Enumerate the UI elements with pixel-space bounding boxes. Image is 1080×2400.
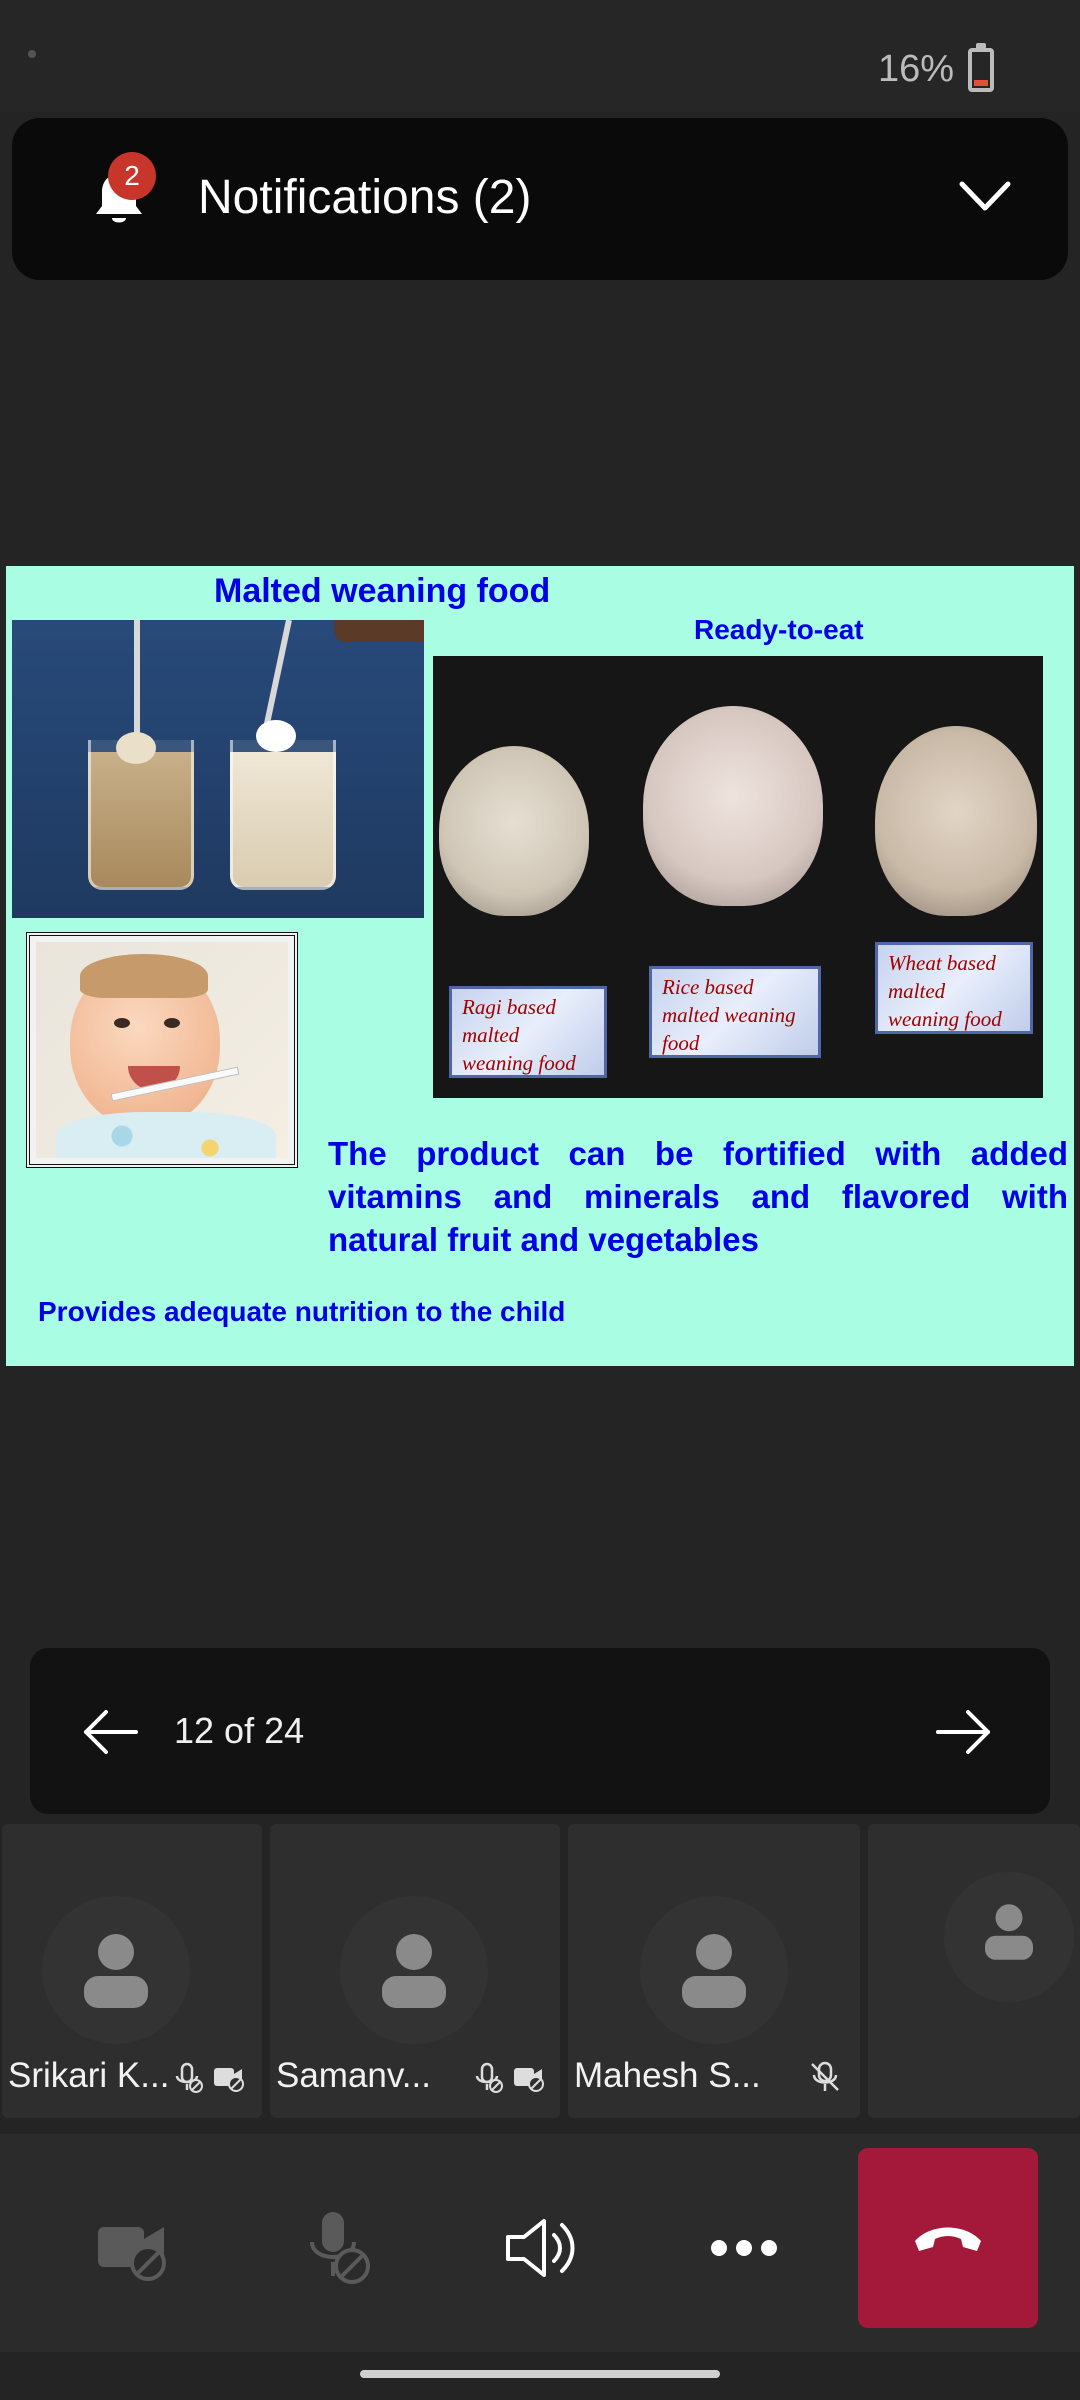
notification-count-badge: 2 (108, 152, 156, 200)
wheat-label: Wheat based malted weaning food (875, 942, 1033, 1034)
notifications-title: Notifications (2) (198, 171, 532, 224)
battery-percent: 16% (877, 48, 954, 90)
status-bar: 16% (0, 0, 1080, 112)
person-icon (682, 1934, 746, 2008)
camera-off-icon (214, 2068, 244, 2092)
person-icon (382, 1934, 446, 2008)
more-options-button[interactable] (696, 2200, 792, 2296)
ragi-label: Ragi based malted weaning food (449, 986, 607, 1078)
notifications-bar[interactable]: Notifications (2) (12, 118, 1068, 280)
baby-photo (26, 932, 298, 1168)
participant-name: Samanv... (276, 2056, 431, 2095)
beakers-photo (12, 620, 424, 918)
participant-name: Mahesh S... (574, 2056, 761, 2095)
slide-pager: 12 of 24 (30, 1648, 1050, 1814)
avatar (340, 1896, 488, 2044)
hang-up-icon (915, 2227, 981, 2251)
arrow-left-icon[interactable] (78, 1700, 142, 1764)
slide-body-text: The product can be fortified with added … (328, 1135, 1068, 1258)
slide-subtitle: Ready-to-eat (694, 614, 864, 645)
avatar (944, 1872, 1074, 2002)
participant-tile[interactable]: Samanv... (270, 1824, 560, 2118)
participant-tile[interactable]: Srikari K... (2, 1824, 262, 2118)
mic-off-icon (475, 2062, 503, 2093)
speaker-button[interactable] (492, 2200, 588, 2296)
slide-title: Malted weaning food (214, 572, 551, 610)
chevron-down-icon[interactable] (958, 176, 1012, 216)
participant-name: Srikari K... (8, 2056, 170, 2095)
page-indicator: 12 of 24 (174, 1710, 305, 1751)
speaker-icon (506, 2219, 575, 2277)
camera-off-icon (514, 2068, 544, 2092)
more-icon (711, 2240, 777, 2256)
camera-toggle-button[interactable] (86, 2200, 182, 2296)
avatar (640, 1896, 788, 2044)
participant-tile[interactable]: Mahesh S... (568, 1824, 860, 2118)
call-controls (0, 2134, 1080, 2352)
mic-toggle-button[interactable] (290, 2200, 386, 2296)
mic-off-icon (175, 2062, 203, 2093)
muted-icon (811, 2061, 839, 2091)
person-icon (84, 1934, 148, 2008)
person-icon (985, 1904, 1033, 1960)
camera-off-icon (98, 2227, 166, 2281)
battery-icon (968, 43, 994, 92)
home-indicator[interactable] (360, 2370, 720, 2378)
rice-label: Rice based malted weaning food (649, 966, 821, 1058)
powders-photo: Ragi based malted weaning food Rice base… (433, 656, 1043, 1098)
status-dot (28, 50, 36, 58)
slide-footer-text: Provides adequate nutrition to the child (38, 1296, 566, 1327)
hang-up-button[interactable] (858, 2148, 1038, 2328)
mic-off-icon (310, 2212, 370, 2284)
participant-tiles: Srikari K... Samanv... Mahesh S... (0, 1824, 1080, 2118)
participant-tile[interactable] (868, 1824, 1080, 2118)
arrow-right-icon[interactable] (932, 1700, 996, 1764)
avatar (42, 1896, 190, 2044)
shared-slide: Malted weaning food Ready-to-eat Ragi ba… (6, 566, 1074, 1366)
